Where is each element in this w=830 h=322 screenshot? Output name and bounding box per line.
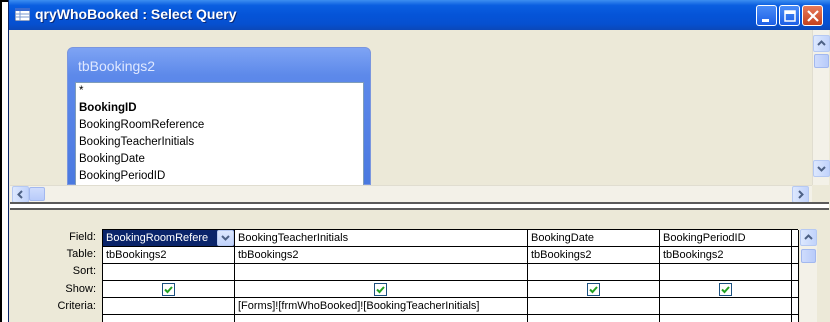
maximize-button[interactable] (779, 5, 800, 26)
grid-column: BookingPeriodID tbBookings2 (660, 230, 792, 322)
row-label-show: Show: (65, 283, 96, 295)
grid-cell-field[interactable]: BookingRoomRefere (103, 230, 234, 247)
row-label-sort: Sort: (72, 265, 96, 277)
chevron-up-icon (804, 234, 813, 240)
query-design-grid-pane: Field: Table: Sort: Show: Criteria: Book… (10, 210, 829, 322)
grid-scroll-thumb[interactable] (801, 249, 816, 263)
horizontal-scroll-thumb[interactable] (29, 187, 45, 201)
chevron-down-icon (221, 235, 230, 241)
left-border-line (0, 0, 2, 322)
field-list-item-all[interactable]: * (76, 83, 363, 100)
title-bar[interactable]: qryWhoBooked : Select Query (9, 0, 830, 30)
table-design-area: tbBookings2 * BookingID BookingRoomRefer… (10, 30, 812, 186)
grid-cell-show (235, 281, 527, 298)
window-title: qryWhoBooked : Select Query (35, 6, 237, 22)
maximize-icon (784, 10, 796, 22)
grid-cell-table[interactable]: tbBookings2 (103, 247, 234, 264)
grid-cell-table[interactable]: tbBookings2 (235, 247, 527, 264)
vertical-scrollbar[interactable] (812, 30, 830, 185)
grid-column: BookingRoomRefere tbBookings2 (103, 230, 235, 322)
field-list-item-bookingroomreference[interactable]: BookingRoomReference (76, 117, 363, 134)
row-label-table: Table: (66, 248, 96, 260)
grid-cell-criteria[interactable]: [Forms]![frmWhoBooked]![BookingTeacherIn… (235, 298, 527, 315)
grid-cell-table[interactable]: tbBookings2 (528, 247, 659, 264)
field-list-item-bookingperiodid[interactable]: BookingPeriodID (76, 168, 363, 185)
grid-cell-sort[interactable] (660, 264, 791, 281)
field-list-title[interactable]: tbBookings2 (78, 58, 155, 74)
checkmark-icon (164, 286, 173, 294)
field-list-item-bookingdate[interactable]: BookingDate (76, 151, 363, 168)
grid-cell-field[interactable]: BookingDate (528, 230, 659, 247)
grid-cell-sort[interactable] (103, 264, 234, 281)
grid-cell-sort[interactable] (792, 264, 798, 281)
checkmark-icon (721, 286, 730, 294)
chevron-left-icon (17, 190, 23, 199)
field-dropdown-button[interactable] (217, 230, 234, 246)
row-label-field: Field: (69, 231, 96, 243)
horizontal-scrollbar[interactable] (10, 185, 812, 203)
grid-scroll-up-button[interactable] (800, 229, 817, 246)
grid-cell-field[interactable]: BookingTeacherInitials (235, 230, 527, 247)
show-checkbox[interactable] (374, 283, 387, 296)
field-list[interactable]: * BookingID BookingRoomReference Booking… (75, 82, 364, 186)
scroll-up-button[interactable] (813, 35, 830, 52)
scrollbar-corner (812, 185, 829, 202)
field-list-item-bookingteacherinitials[interactable]: BookingTeacherInitials (76, 134, 363, 151)
vertical-scroll-thumb[interactable] (814, 54, 829, 68)
scroll-down-button[interactable] (813, 160, 830, 177)
grid-cell-show[interactable] (792, 281, 798, 298)
grid-cell-sort[interactable] (235, 264, 527, 281)
grid-cell-show (660, 281, 791, 298)
grid-cell-sort[interactable] (528, 264, 659, 281)
scroll-right-button[interactable] (792, 186, 809, 203)
chevron-down-icon (817, 166, 826, 172)
grid-cell-criteria[interactable] (660, 298, 791, 315)
show-checkbox[interactable] (162, 283, 175, 296)
grid-cell-show (103, 281, 234, 298)
minimize-icon (762, 19, 769, 22)
pane-splitter[interactable] (10, 202, 829, 210)
grid-column: BookingTeacherInitials tbBookings2 [Form… (235, 230, 528, 322)
grid-cell-criteria[interactable] (103, 298, 234, 315)
scroll-left-button[interactable] (12, 186, 29, 203)
query-design-grid: BookingRoomRefere tbBookings2 BookingTea… (102, 229, 799, 322)
close-icon (807, 10, 819, 22)
show-checkbox[interactable] (587, 283, 600, 296)
grid-cell-field[interactable]: BookingPeriodID (660, 230, 791, 247)
grid-cell-criteria[interactable] (792, 298, 798, 315)
grid-cell-table[interactable] (792, 247, 798, 264)
minimize-button[interactable] (756, 5, 777, 26)
checkmark-icon (589, 286, 598, 294)
grid-cell-table[interactable]: tbBookings2 (660, 247, 791, 264)
query-icon (15, 8, 30, 21)
field-list-window[interactable]: tbBookings2 * BookingID BookingRoomRefer… (67, 47, 371, 186)
chevron-right-icon (798, 190, 804, 199)
close-button[interactable] (802, 5, 823, 26)
grid-column (792, 230, 799, 322)
grid-cell-show (528, 281, 659, 298)
field-list-item-bookingid[interactable]: BookingID (76, 100, 363, 117)
grid-cell-field[interactable] (792, 230, 798, 247)
grid-vertical-scrollbar[interactable] (800, 229, 817, 322)
checkmark-icon (376, 286, 385, 294)
show-checkbox[interactable] (719, 283, 732, 296)
row-label-criteria: Criteria: (57, 300, 96, 312)
grid-cell-criteria[interactable] (528, 298, 659, 315)
chevron-up-icon (817, 40, 826, 46)
grid-column: BookingDate tbBookings2 (528, 230, 660, 322)
table-design-pane: tbBookings2 * BookingID BookingRoomRefer… (10, 30, 830, 203)
query-window: qryWhoBooked : Select Query tbBookings2 (8, 0, 830, 322)
